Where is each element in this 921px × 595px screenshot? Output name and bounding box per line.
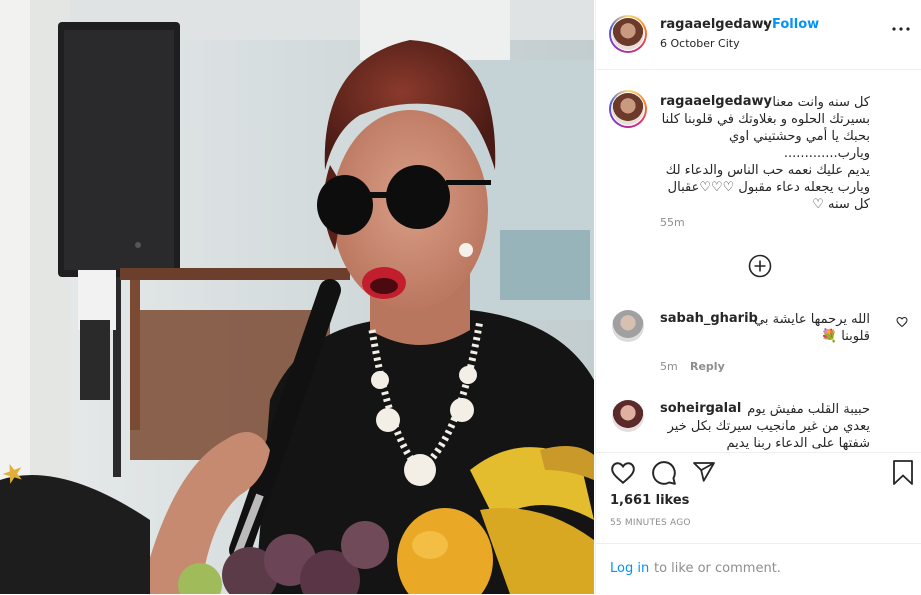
caption-line: بحبك يا أمي وحشتيني اوي ويارب...........… [729,129,870,161]
login-prompt: Log in to like or comment. [596,543,921,595]
comment-line: شفتها على الدعاء ربنا يديم [726,436,871,451]
post-timestamp[interactable]: 55 MINUTES AGO [610,518,691,528]
likes-count[interactable]: 1,661 likes [610,493,689,508]
comment-item: soheirgalal حبيبة القلب مفيش يوم يعدي من… [596,396,921,452]
comment-line: حبيبة القلب مفيش يوم [747,402,870,417]
caption-line: بسيرتك الحلوه و بغلاوتك في قلوبنا كلنا [661,112,870,127]
comment-item: sabah_gharib الله يرحمها عايشة بي قلوبنا… [596,306,921,381]
follow-separator: • [762,17,770,31]
post-actions: 1,661 likes 55 MINUTES AGO [596,452,921,543]
login-link[interactable]: Log in [610,561,649,576]
comment-line: قلوبنا 💐 [820,329,870,344]
comment-text: حبيبة القلب مفيش يوم يعدي من غير مانجيب … [660,401,870,452]
caption-text: كل سنه وانت معنا بسيرتك الحلوه و بغلاوتك… [660,94,870,213]
caption-avatar[interactable] [609,90,647,128]
caption-line: كل سنه وانت معنا [772,95,870,110]
post-header: ragaaelgedawy • Follow 6 October City [596,0,921,70]
comment-line: الله يرحمها عايشة بي [754,312,870,327]
post-author-username[interactable]: ragaaelgedawy [660,17,772,32]
avatar [612,18,644,50]
post-photo[interactable]: ★ [0,0,594,594]
heart-icon[interactable] [610,460,636,486]
more-options-icon[interactable] [892,27,910,31]
plus-circle-icon[interactable] [748,254,772,278]
comments-list[interactable]: ragaaelgedawy كل سنه وانت معنا بسيرتك ال… [596,70,921,452]
follow-button[interactable]: Follow [772,17,819,32]
author-avatar-ring[interactable] [609,15,647,53]
comment-line: يعدي من غير مانجيب سيرتك بكل خير [667,419,870,434]
caption-line: كل سنه ♡ [812,197,870,212]
comment-heart-icon[interactable] [896,316,908,328]
bookmark-icon[interactable] [891,460,915,486]
caption-line: يديم عليك نعمه حب الناس والدعاء لك [665,163,870,178]
caption: ragaaelgedawy كل سنه وانت معنا بسيرتك ال… [596,70,921,240]
login-prompt-text: to like or comment. [654,561,781,576]
post-details-panel: ragaaelgedawy • Follow 6 October City ra… [595,0,921,594]
post-location[interactable]: 6 October City [660,37,740,50]
comment-icon[interactable] [651,460,677,486]
avatar[interactable] [612,310,644,342]
avatar[interactable] [612,400,644,432]
reply-button[interactable]: Reply [690,360,725,373]
share-icon[interactable] [692,460,716,484]
caption-line: ويارب يجعله دعاء مقبول ♡♡♡عقبال [667,180,870,195]
caption-time[interactable]: 55m [660,216,685,229]
post-photo-illustration: ★ [0,0,594,594]
comment-text: الله يرحمها عايشة بي قلوبنا 💐 [660,311,870,345]
avatar [612,93,644,125]
comment-time[interactable]: 5m [660,360,678,373]
